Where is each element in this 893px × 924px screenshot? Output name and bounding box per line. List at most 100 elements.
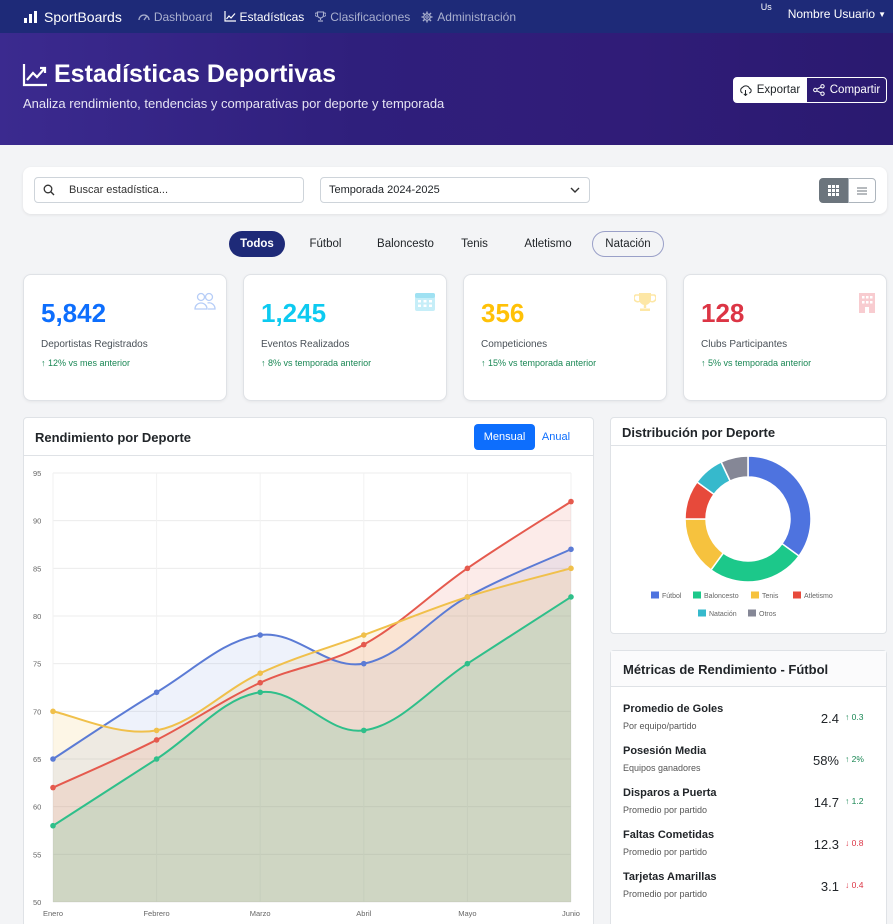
chart-title: Distribución por Deporte (622, 425, 776, 440)
metric-sub: Equipos ganadores (623, 763, 701, 773)
data-point (568, 546, 574, 553)
metrics-title: Métricas de Rendimiento - Fútbol (623, 662, 829, 677)
tab-tenis[interactable]: Tenis (445, 231, 504, 257)
trophy-icon (634, 293, 656, 311)
stat-change: ↑ 15% vs temporada anterior (481, 358, 596, 368)
data-point (361, 727, 367, 734)
legend-label: Otros (759, 611, 777, 618)
stat-change-text: 12% vs mes anterior (48, 358, 131, 368)
legend-label: Tenis (762, 593, 779, 600)
x-tick-label: Junio (562, 909, 580, 918)
cloud-download-icon (740, 84, 752, 96)
share-button[interactable]: Compartir (806, 77, 887, 103)
stat-change: ↑ 12% vs mes anterior (41, 358, 130, 368)
brand-name: SportBoards (44, 8, 122, 25)
stat-label: Eventos Realizados (261, 339, 350, 350)
search-input[interactable] (69, 184, 269, 196)
pie-slice (747, 455, 812, 558)
performance-chart-card: Rendimiento por Deporte Mensual Anual 50… (23, 417, 594, 924)
chart-line-icon (223, 11, 236, 22)
y-tick-label: 55 (33, 850, 41, 859)
stat-value: 128 (701, 298, 745, 328)
arrow-up-icon: ↑ (845, 754, 852, 764)
legend-swatch (698, 609, 706, 617)
data-point (153, 727, 160, 734)
avatar: Us (760, 2, 772, 12)
legend-label: Natación (709, 611, 737, 618)
y-tick-label: 95 (33, 469, 41, 478)
brand[interactable]: SportBoards (24, 9, 122, 25)
data-point (50, 756, 56, 762)
arrow-up-icon: ↑ (261, 358, 269, 368)
metric-change: ↑ 0.3 (845, 712, 875, 722)
metric-name: Promedio de Goles (623, 703, 724, 715)
export-button[interactable]: Exportar (733, 77, 806, 103)
data-point (257, 679, 263, 686)
metric-row: Tarjetas Amarillas Promedio por partido … (623, 871, 881, 909)
legend-swatch (748, 609, 756, 617)
season-value: Temporada 2024-2025 (329, 184, 440, 196)
data-point (361, 660, 367, 667)
pie-slice (709, 542, 801, 583)
distribution-card: Distribución por Deporte Fútbol Baloncest… (610, 417, 887, 634)
stat-card-deportistas: 5,842 Deportistas Registrados ↑ 12% vs m… (23, 274, 227, 401)
legend-label: Fútbol (662, 593, 682, 600)
people-icon (194, 292, 216, 310)
data-point (153, 737, 160, 743)
stat-value: 356 (481, 298, 525, 328)
data-point (568, 498, 574, 505)
data-point (257, 632, 263, 638)
user-menu[interactable]: Us Nombre Usuario ▼ (761, 2, 886, 22)
data-point (568, 565, 574, 572)
x-tick-label: Febrero (143, 909, 169, 918)
performance-chart: 50 55 60 65 70 75 80 85 90 95 Enero Febrero Marzo Abr… (33, 469, 580, 918)
tab-futbol[interactable]: Fútbol (285, 231, 366, 257)
nav-item-administracion[interactable]: Administración (421, 10, 516, 24)
stat-value: 5,842 (41, 298, 107, 328)
data-point (153, 756, 160, 762)
metric-value: 14.7 (813, 795, 839, 810)
arrow-down-icon: ↓ (845, 880, 852, 890)
legend-swatch (651, 591, 659, 599)
nav-item-label: Estadísticas (239, 9, 305, 24)
stat-change-text: 5% vs temporada anterior (708, 358, 812, 368)
tab-atletismo[interactable]: Atletismo (504, 231, 592, 257)
mensual-button[interactable]: Mensual (474, 424, 535, 450)
nav-item-dashboard[interactable]: Dashboard (138, 10, 213, 24)
y-tick-label: 80 (33, 612, 41, 621)
tab-baloncesto[interactable]: Baloncesto (366, 231, 445, 257)
legend-swatch (693, 591, 701, 599)
stat-card-eventos: 1,245 Eventos Realizados ↑ 8% vs tempora… (243, 274, 447, 401)
tab-natacion[interactable]: Natación (592, 231, 664, 257)
tab-todos[interactable]: Todos (229, 231, 285, 257)
y-tick-label: 85 (33, 564, 41, 573)
metric-value: 2.4 (820, 711, 839, 726)
data-point (50, 784, 56, 791)
search-box[interactable] (34, 177, 304, 203)
season-select[interactable]: Temporada 2024-2025 (320, 177, 590, 203)
metric-row: Faltas Cometidas Promedio por partido 12… (623, 829, 881, 867)
page-header: Estadísticas Deportivas Analiza rendimie… (0, 33, 893, 145)
metric-name: Posesión Media (623, 745, 707, 757)
stat-change: ↑ 5% vs temporada anterior (701, 358, 811, 368)
speedometer-icon (138, 13, 150, 20)
metric-sub: Por equipo/partido (623, 721, 697, 731)
metrics-card: Métricas de Rendimiento - Fútbol Promedi… (610, 650, 887, 924)
grid-view-button[interactable] (819, 178, 848, 203)
nav-item-label: Dashboard (153, 9, 213, 24)
x-tick-label: Mayo (458, 909, 476, 918)
share-icon (812, 84, 825, 96)
arrow-up-icon: ↑ (845, 796, 852, 806)
anual-button[interactable]: Anual (535, 424, 577, 450)
nav-item-estadisticas[interactable]: Estadísticas (223, 9, 305, 24)
stat-label: Competiciones (481, 339, 548, 350)
caret-down-icon: ▼ (878, 9, 886, 19)
y-tick-label: 90 (33, 517, 41, 526)
metric-name: Tarjetas Amarillas (623, 871, 717, 883)
nav-item-clasificaciones[interactable]: Clasificaciones (315, 10, 410, 24)
metric-value: 58% (812, 753, 839, 768)
data-point (464, 565, 471, 572)
y-tick-label: 60 (33, 803, 41, 812)
list-view-button[interactable] (848, 178, 876, 203)
metric-change-text: 0.8 (851, 838, 864, 848)
